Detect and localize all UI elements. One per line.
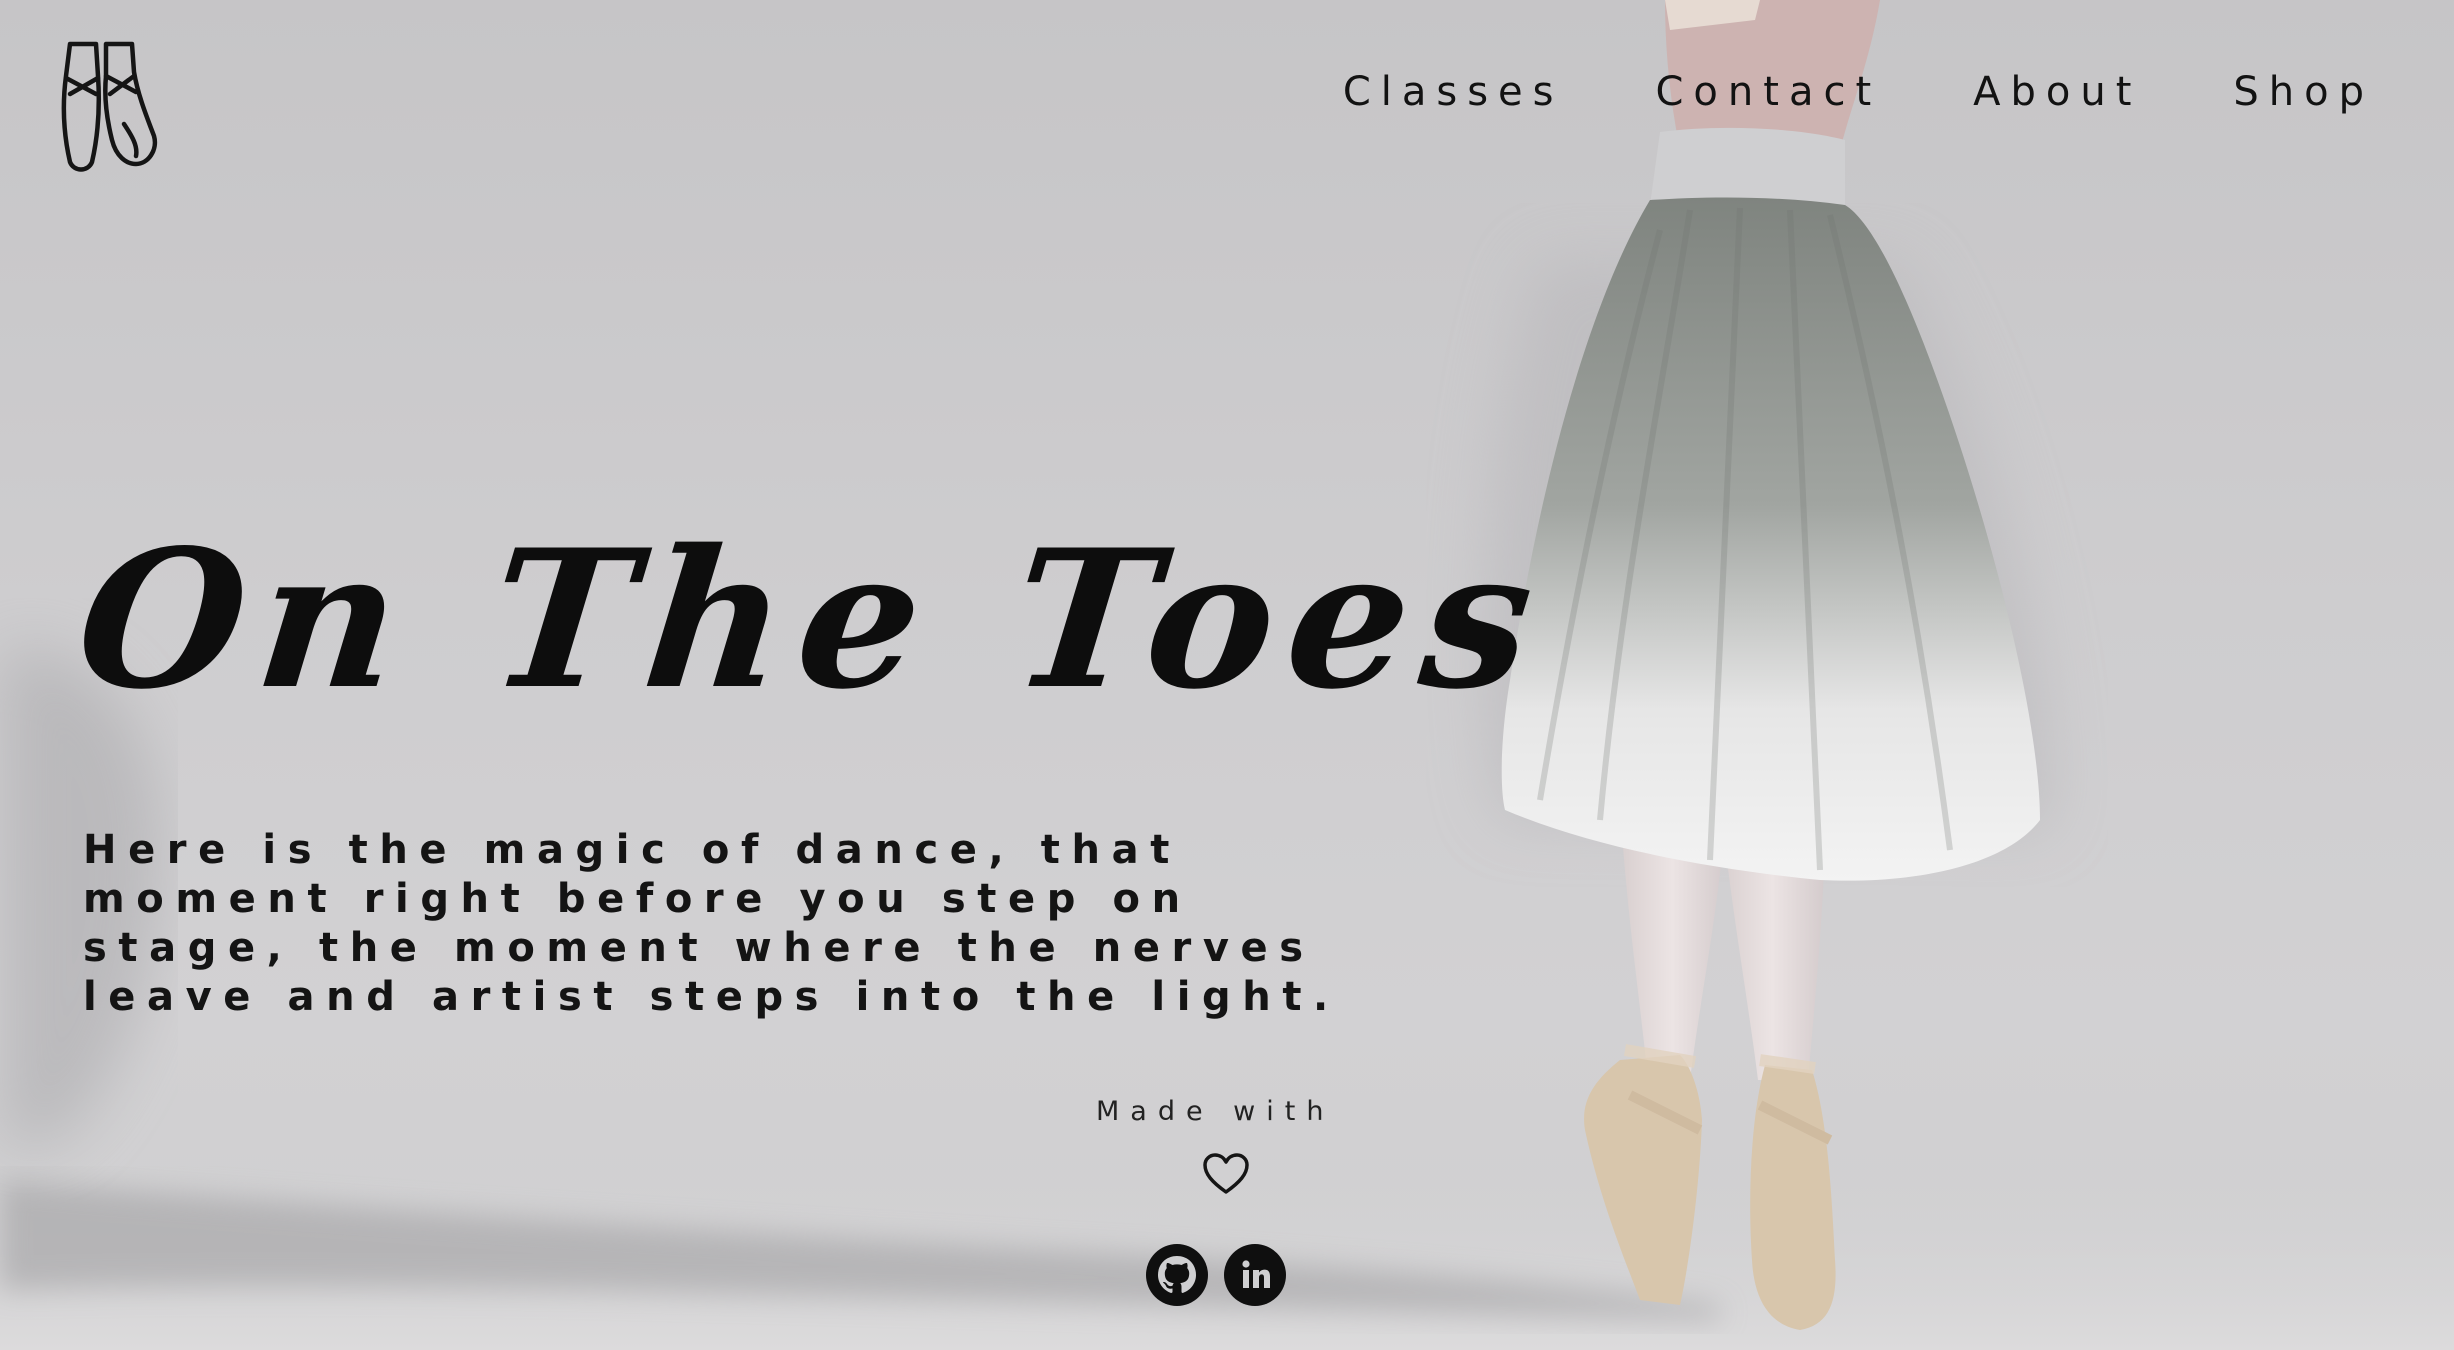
linkedin-icon xyxy=(1242,1260,1270,1288)
nav-contact-link[interactable]: Contact xyxy=(1656,62,1882,122)
github-icon xyxy=(1158,1256,1196,1293)
linkedin-link[interactable] xyxy=(1224,1244,1286,1306)
nav-shop-link[interactable]: Shop xyxy=(2233,62,2374,122)
pointe-shoes-icon[interactable] xyxy=(52,36,162,176)
main-nav: Classes Contact About Shop xyxy=(1251,62,2374,122)
heart-icon xyxy=(1203,1153,1249,1194)
made-with-text: Made with xyxy=(1096,1096,1335,1127)
hero-description: Here is the magic of dance, that moment … xyxy=(83,827,1340,1020)
github-link[interactable] xyxy=(1146,1244,1208,1306)
nav-classes-link[interactable]: Classes xyxy=(1343,62,1564,122)
nav-about-link[interactable]: About xyxy=(1973,62,2141,122)
hero-title: On The Toes xyxy=(68,508,1557,731)
